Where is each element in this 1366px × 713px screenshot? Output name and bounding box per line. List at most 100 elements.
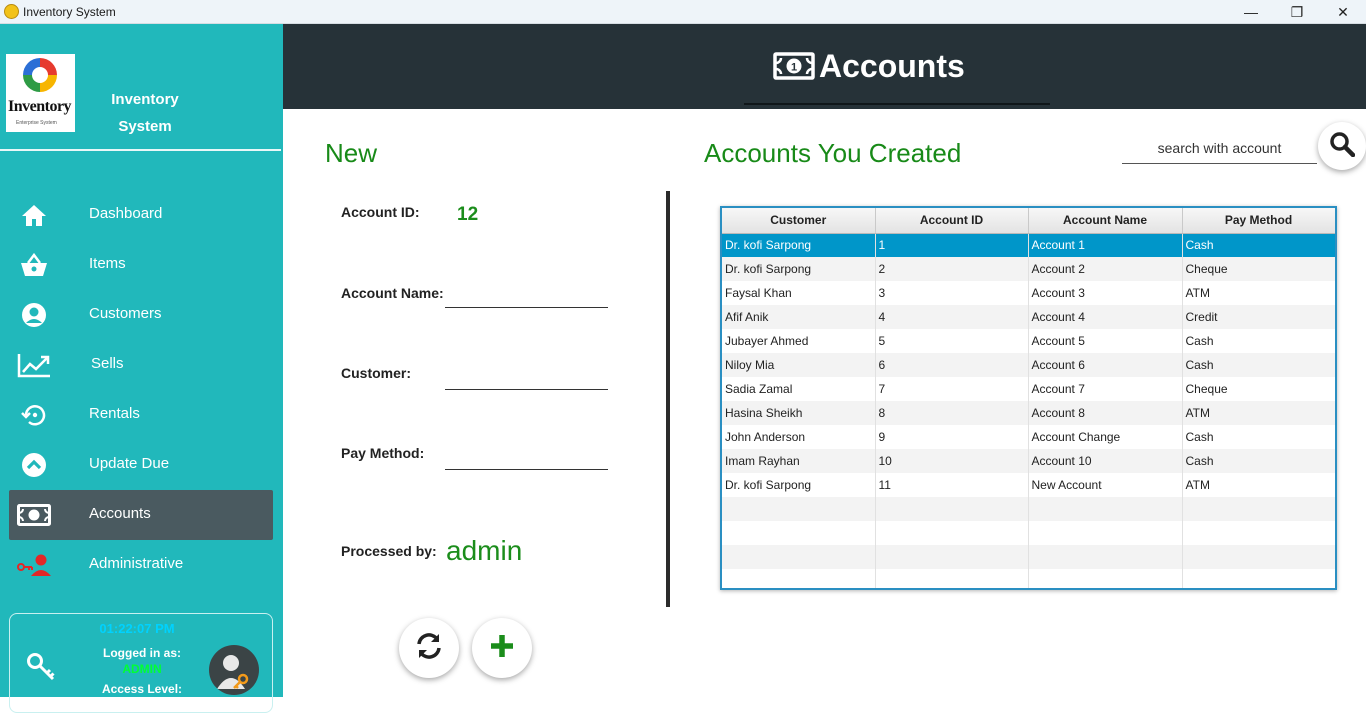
- search-input[interactable]: [1122, 132, 1317, 164]
- table-row[interactable]: Dr. kofi Sarpong 2 Account 2 Cheque: [722, 257, 1335, 281]
- section-divider: [666, 191, 670, 607]
- column-header-customer[interactable]: Customer: [722, 208, 876, 234]
- table-row[interactable]: Sadia Zamal 7 Account 7 Cheque: [722, 377, 1335, 401]
- table-cell: ATM: [1182, 281, 1335, 305]
- table-row[interactable]: Dr. kofi Sarpong 11 New Account ATM: [722, 473, 1335, 497]
- table-cell: 4: [875, 305, 1029, 329]
- table-header-row: Customer Account ID Account Name Pay Met…: [722, 208, 1335, 234]
- table-row[interactable]: Dr. kofi Sarpong 1 Account 1 Cash: [722, 233, 1335, 257]
- table-cell: 8: [875, 401, 1029, 425]
- sidebar-item-administrative[interactable]: Administrative: [9, 540, 273, 590]
- table-cell: [1182, 545, 1335, 569]
- table-cell: Account Change: [1028, 425, 1183, 449]
- sidebar: Inventory Enterprise System Inventory Sy…: [0, 24, 283, 713]
- table-cell: Cash: [1182, 449, 1335, 473]
- sidebar-item-update-due[interactable]: Update Due: [9, 440, 273, 490]
- key-icon: [26, 652, 56, 687]
- title-underline: [744, 103, 1050, 105]
- sidebar-item-accounts[interactable]: Accounts: [9, 490, 273, 540]
- sidebar-item-label: Rentals: [89, 405, 140, 422]
- table-cell: 10: [875, 449, 1029, 473]
- table-cell: Account 2: [1028, 257, 1183, 281]
- table-cell: [1028, 521, 1183, 545]
- session-status-panel: 01:22:07 PM Logged in as: ADMIN Access L…: [9, 613, 273, 713]
- logo-ring-icon: [23, 58, 57, 92]
- column-header-account-id[interactable]: Account ID: [875, 208, 1029, 234]
- chevron-up-circle-icon: [17, 449, 51, 481]
- table-row[interactable]: [722, 521, 1335, 545]
- app-name: Inventory System: [90, 86, 200, 140]
- table-cell: [722, 497, 876, 521]
- column-header-pay-method[interactable]: Pay Method: [1182, 208, 1335, 234]
- table-cell: [1182, 521, 1335, 545]
- table-cell: Credit: [1182, 305, 1335, 329]
- table-row[interactable]: Afif Anik 4 Account 4 Credit: [722, 305, 1335, 329]
- maximize-button[interactable]: ❐: [1274, 0, 1320, 24]
- table-row[interactable]: Faysal Khan 3 Account 3 ATM: [722, 281, 1335, 305]
- accounts-table[interactable]: Customer Account ID Account Name Pay Met…: [720, 206, 1337, 590]
- table-cell: [1028, 569, 1183, 588]
- app-logo: Inventory Enterprise System: [6, 54, 75, 132]
- close-button[interactable]: ✕: [1320, 0, 1366, 24]
- customer-field[interactable]: [445, 366, 608, 390]
- sidebar-item-label: Sells: [91, 355, 124, 372]
- money-bill-icon: [17, 499, 51, 531]
- table-cell: Cash: [1182, 425, 1335, 449]
- refresh-button[interactable]: [399, 618, 459, 678]
- table-row[interactable]: Imam Rayhan 10 Account 10 Cash: [722, 449, 1335, 473]
- table-row[interactable]: John Anderson 9 Account Change Cash: [722, 425, 1335, 449]
- table-cell: [875, 521, 1029, 545]
- clock-text: 01:22:07 PM: [99, 621, 175, 636]
- avatar: [209, 645, 259, 695]
- sidebar-item-rentals[interactable]: Rentals: [9, 390, 273, 440]
- sidebar-item-sells[interactable]: Sells: [9, 340, 273, 390]
- app-icon: [4, 4, 19, 19]
- table-cell: ATM: [1182, 473, 1335, 497]
- search-button[interactable]: [1318, 122, 1366, 170]
- table-cell: [722, 521, 876, 545]
- sidebar-item-label: Customers: [89, 305, 162, 322]
- page-header: 1 Accounts: [283, 24, 1366, 109]
- add-account-button[interactable]: [472, 618, 532, 678]
- table-row[interactable]: Hasina Sheikh 8 Account 8 ATM: [722, 401, 1335, 425]
- window-title: Inventory System: [23, 5, 116, 19]
- svg-text:1: 1: [791, 62, 797, 74]
- pay-method-field[interactable]: [445, 446, 608, 470]
- minimize-button[interactable]: —: [1228, 0, 1274, 24]
- table-row[interactable]: Niloy Mia 6 Account 6 Cash: [722, 353, 1335, 377]
- sidebar-item-label: Administrative: [89, 555, 184, 572]
- account-name-field[interactable]: [445, 284, 608, 308]
- table-cell: 11: [875, 473, 1029, 497]
- page-title: Accounts: [819, 48, 965, 84]
- plus-icon: [489, 633, 515, 664]
- sidebar-item-label: Items: [89, 255, 126, 272]
- table-cell: Sadia Zamal: [722, 377, 876, 401]
- pay-method-label: Pay Method:: [341, 445, 425, 461]
- table-row[interactable]: [722, 497, 1335, 521]
- table-cell: Cheque: [1182, 377, 1335, 401]
- table-cell: 3: [875, 281, 1029, 305]
- table-cell: Account 4: [1028, 305, 1183, 329]
- table-cell: Faysal Khan: [722, 281, 876, 305]
- app-name-line2: System: [118, 118, 172, 135]
- table-cell: New Account: [1028, 473, 1183, 497]
- table-row[interactable]: [722, 569, 1335, 588]
- table-cell: Account 3: [1028, 281, 1183, 305]
- table-cell: Account 5: [1028, 329, 1183, 353]
- table-row[interactable]: Jubayer Ahmed 5 Account 5 Cash: [722, 329, 1335, 353]
- table-cell: Afif Anik: [722, 305, 876, 329]
- table-cell: [1182, 569, 1335, 588]
- table-cell: [722, 569, 876, 588]
- table-cell: 9: [875, 425, 1029, 449]
- new-section-title: New: [325, 138, 378, 168]
- column-header-account-name[interactable]: Account Name: [1028, 208, 1183, 234]
- sidebar-item-customers[interactable]: Customers: [9, 290, 273, 340]
- sidebar-divider: [0, 149, 281, 151]
- window-titlebar: Inventory System — ❐ ✕: [0, 0, 1366, 24]
- sidebar-item-items[interactable]: Items: [9, 240, 273, 290]
- user-circle-icon: [17, 299, 51, 331]
- sidebar-item-dashboard[interactable]: Dashboard: [9, 190, 273, 240]
- table-cell: John Anderson: [722, 425, 876, 449]
- logged-in-user: ADMIN: [122, 662, 162, 676]
- table-row[interactable]: [722, 545, 1335, 569]
